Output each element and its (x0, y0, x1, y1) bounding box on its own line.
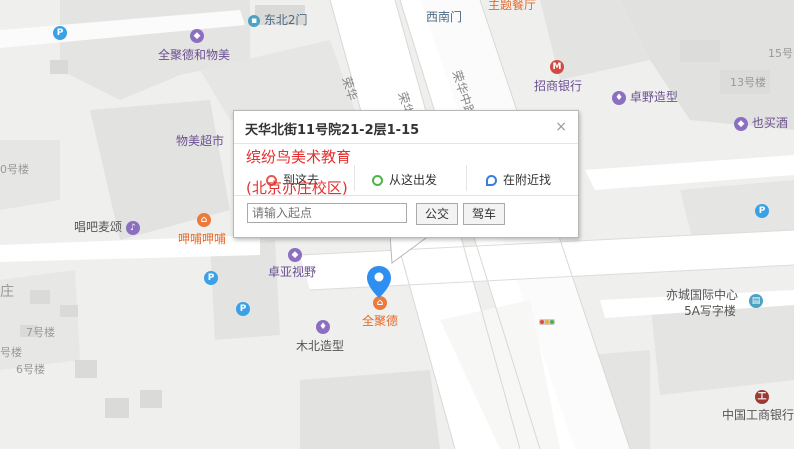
parking-icon[interactable]: P (53, 26, 67, 40)
close-icon[interactable]: × (555, 119, 567, 135)
poi-label: 全聚德和物美 (158, 48, 231, 62)
poi-label: 主题餐厅 (488, 0, 537, 12)
poi-quanjude[interactable]: 全聚德 (362, 314, 398, 328)
building-label: 6号楼 (16, 363, 45, 376)
search-icon (486, 175, 497, 186)
poi-yicheng-intl[interactable]: 亦城国际中心 5A写字楼 (666, 287, 738, 319)
poi-label: 也买酒 (751, 116, 788, 130)
beauty-icon: ♦ (316, 320, 330, 334)
route-from-here-button[interactable]: 从这出发 (372, 171, 437, 188)
building-label: 庄 (0, 284, 14, 300)
location-marker-icon[interactable] (366, 265, 392, 299)
divider (234, 143, 578, 144)
info-window: 天华北街11号院21-2层1-15 × 到这去 从这出发 在附近找 缤纷鸟美术教… (233, 110, 579, 238)
building-label: 15号 (768, 47, 793, 60)
restaurant-icon: ⌂ (197, 213, 211, 227)
poi-icbc[interactable]: 中国工商银行 (722, 408, 794, 422)
poi-label: 全聚德 (362, 314, 399, 328)
building-label: 号楼 (0, 346, 22, 359)
poi-yemaijiu[interactable]: ◆ 也买酒 (734, 116, 788, 131)
poi-label: 东北2门 (263, 13, 308, 27)
poi-label: 亦城国际中心 5A写字楼 (666, 288, 739, 318)
poi-label: 西南门 (426, 10, 463, 24)
poi-zhuoye-salon[interactable]: ♦ 卓野造型 (612, 90, 678, 105)
parking-icon[interactable]: P (236, 302, 250, 316)
shopping-icon: ◆ (190, 29, 204, 43)
poi-label: 卓野造型 (629, 90, 678, 104)
poi-label: 招商银行 (534, 79, 583, 93)
poi-cmb-bank[interactable]: 招商银行 (534, 79, 582, 93)
bank-icon: 工 (755, 390, 769, 404)
origin-icon (372, 175, 383, 186)
info-window-pointer (390, 235, 431, 264)
building-label: 7号楼 (26, 326, 55, 339)
overlay-school-name: 缤纷鸟美术教育 (246, 148, 352, 166)
poi-quanjude-wumart[interactable]: 全聚德和物美 (158, 48, 230, 62)
poi-theme-restaurant[interactable]: 主题餐厅 (488, 0, 536, 12)
poi-dongbei-gate[interactable]: ▪ 东北2门 (248, 13, 307, 27)
shopping-icon: ◆ (734, 116, 748, 131)
karaoke-icon: ♪ (125, 220, 140, 235)
poi-label: 中国工商银行 (722, 408, 794, 422)
search-nearby-button[interactable]: 在附近找 (486, 171, 551, 188)
poi-changba-maisong[interactable]: 唱吧麦颂 ♪ (74, 220, 140, 235)
poi-label: 唱吧麦颂 (74, 220, 123, 234)
route-from-label: 从这出发 (389, 173, 438, 187)
divider (354, 165, 355, 191)
search-nearby-label: 在附近找 (503, 173, 552, 187)
poi-label: 木北造型 (296, 339, 345, 353)
building-label: 0号楼 (0, 163, 29, 176)
overlay-school-campus: (北京亦庄校区) (246, 179, 348, 197)
parking-icon[interactable]: P (755, 204, 769, 218)
shopping-icon: ◆ (288, 248, 302, 262)
beauty-icon: ♦ (612, 90, 626, 105)
info-window-title: 天华北街11号院21-2层1-15 (245, 123, 420, 138)
metro-icon: M (550, 60, 564, 74)
divider (466, 165, 467, 191)
poi-zhuoya-shiye[interactable]: 卓亚视野 (268, 265, 316, 279)
start-point-input[interactable] (247, 203, 407, 223)
poi-mubei-salon[interactable]: 木北造型 (296, 339, 344, 353)
poi-wumart-supermarket[interactable]: 物美超市 (176, 134, 224, 148)
drive-button[interactable]: 驾车 (463, 203, 506, 225)
gate-icon: ▪ (248, 14, 260, 27)
parking-icon[interactable]: P (204, 271, 218, 285)
poi-label: 物美超市 (176, 134, 225, 148)
building-label: 13号楼 (730, 76, 766, 89)
poi-label: 卓亚视野 (268, 265, 317, 279)
poi-xinan-gate[interactable]: 西南门 (426, 10, 462, 24)
poi-label: 呷哺呷哺 (178, 232, 227, 246)
poi-xiabu-xiabu[interactable]: 呷哺呷哺 (178, 232, 226, 246)
bus-button[interactable]: 公交 (416, 203, 459, 225)
building-icon: ▤ (749, 294, 763, 308)
